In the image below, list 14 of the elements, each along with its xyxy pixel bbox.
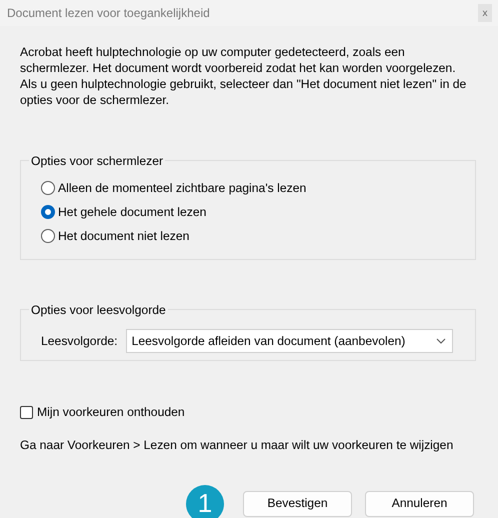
- cancel-button[interactable]: Annuleren: [365, 490, 474, 517]
- window-title: Document lezen voor toegankelijkheid: [7, 5, 210, 22]
- remember-checkbox[interactable]: Mijn voorkeuren onthouden: [20, 403, 185, 422]
- radio-option[interactable]: Het document niet lezen: [41, 224, 475, 248]
- confirm-button[interactable]: Bevestigen: [243, 490, 352, 517]
- radio-option[interactable]: Het gehele document lezen: [41, 200, 475, 224]
- radio-option[interactable]: Alleen de momenteel zichtbare pagina's lezen: [41, 176, 475, 200]
- chevron-down-icon: [436, 338, 446, 344]
- close-button[interactable]: x: [478, 4, 492, 22]
- intro-text: Acrobat heeft hulptechnologie op uw computer gedetecteerd, zoals een schermlezer. Het document wordt voorbereid zodat het kan worden voorgelezen. Als u geen hulptechnologie gebruikt, selecteer dan "Het document niet lezen" in de opties voor de schermlezer.: [20, 44, 468, 108]
- step-badge: 1: [186, 484, 224, 518]
- reading-order-dropdown[interactable]: Leesvolgorde afleiden van document (aanbevolen): [126, 329, 453, 353]
- field-label: Leesvolgorde:: [41, 332, 118, 350]
- hint-text: Ga naar Voorkeuren > Lezen om wanneer u maar wilt uw voorkeuren te wijzigen: [20, 437, 454, 454]
